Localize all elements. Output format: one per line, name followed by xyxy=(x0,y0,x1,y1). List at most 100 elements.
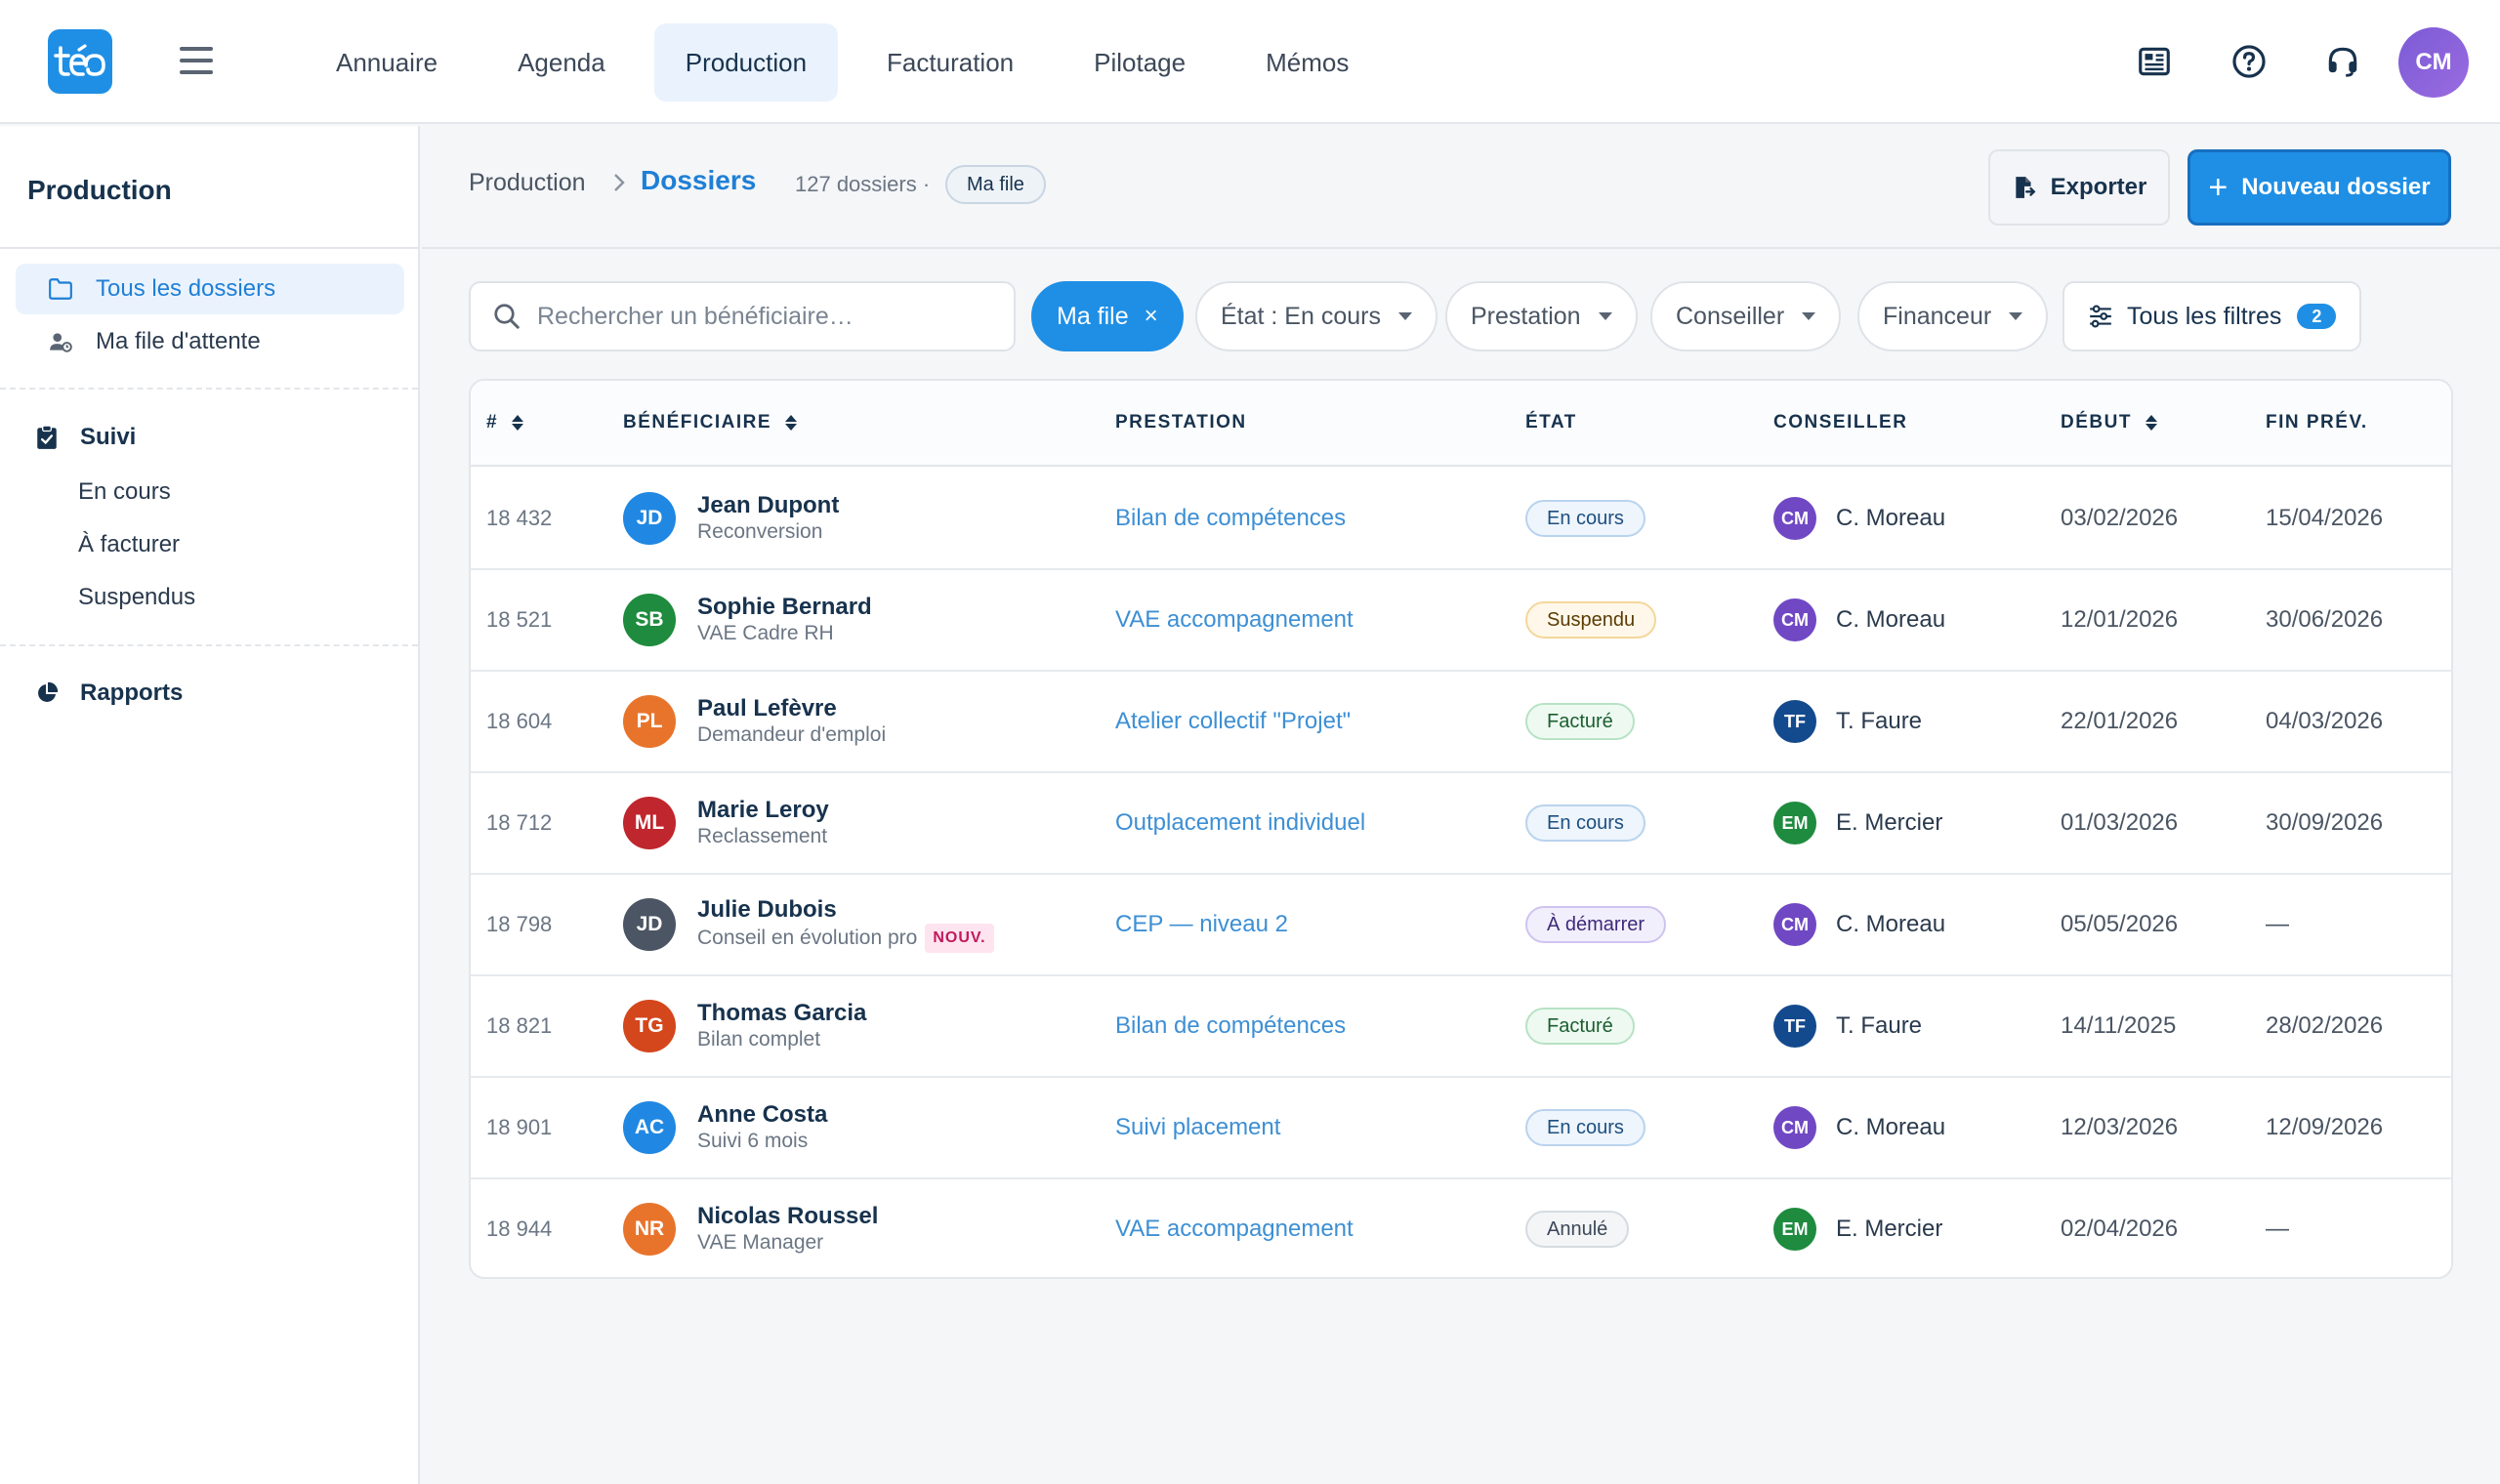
beneficiary-name[interactable]: Paul Lefèvre xyxy=(697,695,886,722)
col-beneficiaire[interactable]: BÉNÉFICIAIRE xyxy=(623,412,798,433)
sidebar-item-all-files[interactable]: Tous les dossiers xyxy=(16,264,404,314)
advisor-cell: CM C. Moreau xyxy=(1773,875,1945,974)
sidebar-group-label: Rapports xyxy=(80,680,184,706)
nav-pilotage[interactable]: Pilotage xyxy=(1062,23,1217,102)
sidebar-sub-suspendus[interactable]: Suspendus xyxy=(78,584,195,611)
chevron-down-icon xyxy=(1397,312,1412,320)
table-row[interactable]: 18 821 TG Thomas Garcia Bilan complet Bilan … xyxy=(471,976,2451,1078)
status-badge: En cours xyxy=(1525,500,1646,537)
col-fin-prev[interactable]: FIN PRÉV. xyxy=(2266,412,2368,433)
breadcrumb-root[interactable]: Production xyxy=(469,169,586,197)
dossier-number: 18 901 xyxy=(486,1115,553,1139)
help-icon[interactable] xyxy=(2230,43,2268,80)
page-header: Production Dossiers 127 dossiers · Ma fi… xyxy=(422,126,2500,249)
beneficiary-name[interactable]: Julie Dubois xyxy=(697,896,994,924)
sidebar-group-label: Suivi xyxy=(80,424,137,450)
end-date: 30/09/2026 xyxy=(2266,809,2384,836)
prestation-link[interactable]: Outplacement individuel xyxy=(1115,773,1365,873)
beneficiary-name[interactable]: Sophie Bernard xyxy=(697,594,872,621)
close-icon[interactable]: × xyxy=(1145,303,1158,330)
prestation-link[interactable]: Atelier collectif "Projet" xyxy=(1115,672,1351,771)
table-header: # BÉNÉFICIAIRE PRESTATION ÉTAT CONSEILLE… xyxy=(471,381,2451,467)
chip-etat[interactable]: État : En cours xyxy=(1195,281,1438,351)
nav-annuaire[interactable]: Annuaire xyxy=(305,23,469,102)
dossier-number: 18 712 xyxy=(486,810,553,835)
all-filters-button[interactable]: Tous les filtres 2 xyxy=(2062,281,2362,351)
prestation-link[interactable]: Bilan de compétences xyxy=(1115,976,1346,1076)
prestation-link[interactable]: Bilan de compétences xyxy=(1115,469,1346,568)
search-box[interactable] xyxy=(469,281,1016,351)
advisor-name: E. Mercier xyxy=(1836,1216,1943,1242)
new-dossier-button[interactable]: + Nouveau dossier xyxy=(2188,149,2451,226)
sidebar-group-rapports[interactable]: Rapports xyxy=(33,680,183,707)
beneficiary-subtitle: Suivi 6 mois xyxy=(697,1130,809,1152)
sidebar-sub-en-cours[interactable]: En cours xyxy=(78,478,171,506)
filter-count-badge: 2 xyxy=(2297,304,2337,329)
chip-ma-file[interactable]: Ma file × xyxy=(1031,281,1184,351)
sort-icon xyxy=(512,415,524,431)
menu-hamburger-icon[interactable] xyxy=(180,47,213,74)
chevron-down-icon xyxy=(1802,312,1816,320)
col-etat[interactable]: ÉTAT xyxy=(1525,412,1577,433)
col-conseiller[interactable]: CONSEILLER xyxy=(1773,412,1907,433)
beneficiary-name[interactable]: Anne Costa xyxy=(697,1101,827,1129)
beneficiary-name[interactable]: Marie Leroy xyxy=(697,797,829,824)
col-prestation[interactable]: PRESTATION xyxy=(1115,412,1247,433)
dossier-number: 18 944 xyxy=(486,1216,553,1241)
dossier-number: 18 821 xyxy=(486,1013,553,1038)
table-row[interactable]: 18 521 SB Sophie Bernard VAE Cadre RH VAE ac… xyxy=(471,570,2451,672)
avatar: CM xyxy=(1773,497,1816,540)
beneficiary-cell: TG Thomas Garcia Bilan complet xyxy=(623,976,866,1076)
table-row[interactable]: 18 901 AC Anne Costa Suivi 6 mois Suivi plac… xyxy=(471,1078,2451,1179)
queue-pill[interactable]: Ma file xyxy=(945,165,1046,204)
chip-label: Ma file xyxy=(1057,302,1129,330)
chip-financeur[interactable]: Financeur xyxy=(1857,281,2049,351)
news-icon[interactable] xyxy=(2136,43,2173,80)
advisor-cell: CM C. Moreau xyxy=(1773,469,1945,568)
user-avatar[interactable]: CM xyxy=(2398,27,2469,98)
folder-icon xyxy=(47,275,74,303)
sidebar-divider xyxy=(0,388,418,390)
beneficiary-subtitle: Reconversion xyxy=(697,520,823,543)
end-date: — xyxy=(2266,911,2289,937)
table-row[interactable]: 18 604 PL Paul Lefèvre Demandeur d'emploi At… xyxy=(471,672,2451,773)
export-button[interactable]: Exporter xyxy=(1988,149,2170,226)
beneficiary-name[interactable]: Jean Dupont xyxy=(697,492,839,519)
nav-production[interactable]: Production xyxy=(653,23,839,102)
prestation-link[interactable]: VAE accompagnement xyxy=(1115,570,1354,670)
start-date: 22/01/2026 xyxy=(2061,708,2179,734)
nav-facturation[interactable]: Facturation xyxy=(855,23,1045,102)
sidebar-sub-a-facturer[interactable]: À facturer xyxy=(78,531,180,558)
nav-agenda[interactable]: Agenda xyxy=(486,23,637,102)
nav-memos[interactable]: Mémos xyxy=(1234,23,1380,102)
sidebar-item-queue[interactable]: Ma file d'attente xyxy=(16,316,404,367)
beneficiary-name[interactable]: Nicolas Roussel xyxy=(697,1203,878,1230)
beneficiary-cell: JD Julie Dubois Conseil en évolution pro NO… xyxy=(623,875,994,974)
prestation-link[interactable]: CEP — niveau 2 xyxy=(1115,875,1288,974)
advisor-name: C. Moreau xyxy=(1836,911,1946,937)
col-debut[interactable]: DÉBUT xyxy=(2061,412,2157,433)
search-input[interactable] xyxy=(537,302,986,331)
chip-prestation[interactable]: Prestation xyxy=(1445,281,1638,351)
status-badge: Suspendu xyxy=(1525,601,1657,639)
col-number[interactable]: # xyxy=(486,412,524,433)
status-badge: Facturé xyxy=(1525,1008,1635,1045)
advisor-cell: TF T. Faure xyxy=(1773,672,1922,771)
support-headset-icon[interactable] xyxy=(2324,43,2361,80)
beneficiary-name[interactable]: Thomas Garcia xyxy=(697,1000,866,1027)
plus-icon: + xyxy=(2208,169,2229,206)
prestation-link[interactable]: Suivi placement xyxy=(1115,1078,1280,1177)
table-row[interactable]: 18 944 NR Nicolas Roussel VAE Manager VAE ac… xyxy=(471,1179,2451,1277)
table-row[interactable]: 18 798 JD Julie Dubois Conseil en évolution… xyxy=(471,875,2451,976)
prestation-link[interactable]: VAE accompagnement xyxy=(1115,1179,1354,1277)
teo-logo[interactable] xyxy=(48,29,112,94)
table-row[interactable]: 18 712 ML Marie Leroy Reclassement Outplacem… xyxy=(471,773,2451,875)
advisor-cell: EM E. Mercier xyxy=(1773,1179,1943,1277)
table-row[interactable]: 18 432 JD Jean Dupont Reconversion Bilan de … xyxy=(471,469,2451,570)
chip-conseiller[interactable]: Conseiller xyxy=(1650,281,1842,351)
sidebar-group-suivi[interactable]: Suivi xyxy=(33,424,136,451)
start-date: 01/03/2026 xyxy=(2061,809,2179,836)
avatar: TG xyxy=(623,1000,676,1052)
sliders-icon xyxy=(2090,305,2111,328)
pie-chart-icon xyxy=(33,680,61,707)
